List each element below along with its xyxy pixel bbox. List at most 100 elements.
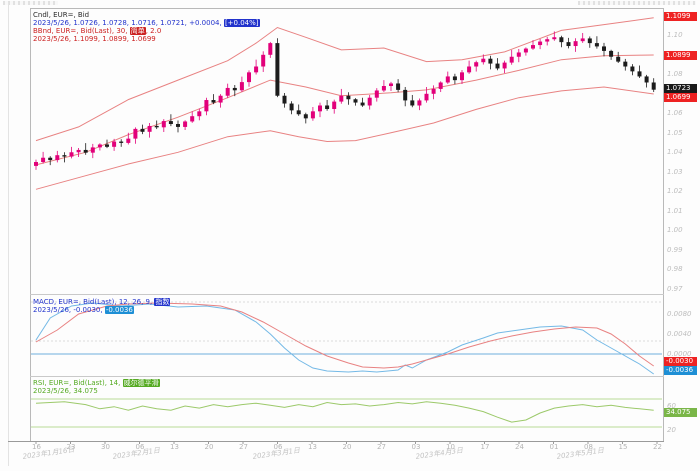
- candle-body: [176, 124, 180, 127]
- price-badge: 1.0699: [664, 93, 697, 102]
- macd-value-badge: -0.0036: [664, 366, 697, 375]
- candle-body: [559, 37, 563, 42]
- candle-body: [283, 96, 287, 104]
- candle-body: [55, 155, 59, 160]
- price-axis-tick: 1.00: [667, 226, 683, 234]
- rsi-legend: RSI, EUR=, Bid(Last), 14, 威尔德平滑: [33, 379, 160, 387]
- candle-body: [630, 67, 634, 72]
- candle-body: [268, 43, 272, 55]
- legend-series-title: Cndl, EUR=, Bid: [33, 11, 89, 19]
- candle-body: [389, 83, 393, 86]
- candle-body: [623, 62, 627, 67]
- candle-body: [62, 155, 66, 156]
- candle-body: [212, 100, 216, 103]
- chart-canvas[interactable]: [0, 0, 700, 471]
- price-axis-tick: 0.99: [667, 246, 683, 254]
- candle-body: [183, 121, 187, 126]
- candle-body: [339, 96, 343, 102]
- candle-body: [34, 162, 38, 166]
- candle-body: [602, 46, 606, 50]
- candle-body: [524, 49, 528, 53]
- day-tick-label: 17: [481, 443, 490, 451]
- candle-body: [368, 98, 372, 106]
- candle-body: [247, 72, 251, 82]
- candle-body: [609, 51, 613, 57]
- price-axis-tick: 1.06: [667, 109, 683, 117]
- day-tick-label: 20: [343, 443, 352, 451]
- candle-body: [325, 105, 329, 109]
- candle-body: [410, 100, 414, 105]
- candle-body: [126, 139, 130, 143]
- candle-body: [510, 57, 514, 63]
- candle-body: [453, 76, 457, 80]
- candle-body: [190, 116, 194, 121]
- candle-body: [290, 104, 294, 111]
- candle-body: [517, 52, 521, 56]
- candle-body: [91, 147, 95, 152]
- candle-body: [538, 42, 542, 46]
- boll-ma-type-highlight: 简单: [130, 27, 146, 35]
- rsi-smoothing-highlight: 威尔德平滑: [123, 379, 160, 387]
- day-tick-label: 24: [515, 443, 524, 451]
- candle-body: [638, 71, 642, 76]
- candle-body: [552, 37, 556, 39]
- bollinger-mid-band: [36, 55, 654, 165]
- macd-legend: MACD, EUR=, Bid(Last), 12, 26, 9, 指数: [33, 298, 170, 306]
- price-axis-tick: 1.03: [667, 168, 683, 176]
- boll-values-line: 2023/5/26, 1.1099, 1.0899, 1.0699: [33, 35, 156, 43]
- candle-body: [503, 63, 507, 69]
- candle-body: [425, 94, 429, 101]
- candle-body: [496, 64, 500, 69]
- candle-body: [169, 121, 173, 124]
- candle-body: [112, 142, 116, 147]
- candle-body: [460, 72, 464, 80]
- candle-body: [432, 89, 436, 94]
- candle-body: [148, 126, 152, 132]
- candle-body: [446, 76, 450, 82]
- rsi-params: RSI, EUR=, Bid(Last), 14,: [33, 379, 123, 387]
- rsi-values-line: 2023/5/26, 34.075: [33, 387, 98, 395]
- candle-body: [204, 100, 208, 111]
- candle-body: [226, 88, 230, 96]
- candle-body: [304, 114, 308, 118]
- candle-body: [652, 82, 656, 89]
- boll-params-tail: , 2.0: [146, 27, 162, 35]
- macd-axis-tick: 0.0080: [667, 310, 692, 318]
- price-axis-tick: 1.02: [667, 187, 683, 195]
- candle-body: [588, 38, 592, 43]
- change-pct-highlight: [+0.04%]: [224, 19, 260, 27]
- candle-body: [84, 150, 88, 153]
- candle-body: [261, 55, 265, 67]
- day-tick-label: 22: [653, 443, 662, 451]
- candle-body: [396, 83, 400, 89]
- rsi-value-badge: 34.075: [664, 408, 697, 417]
- price-axis-tick: 1.05: [667, 129, 683, 137]
- candle-body: [133, 129, 137, 139]
- day-tick-label: 20: [205, 443, 214, 451]
- day-tick-label: 27: [377, 443, 386, 451]
- candle-body: [574, 41, 578, 46]
- candle-body: [567, 42, 571, 46]
- candle-body: [467, 67, 471, 73]
- candle-body: [545, 39, 549, 41]
- price-badge: 1.0723: [664, 84, 697, 93]
- candle-body: [439, 82, 443, 88]
- candle-body: [219, 96, 223, 103]
- candle-body: [311, 111, 315, 118]
- price-badge: 1.1099: [664, 12, 697, 21]
- boll-values: 2023/5/26, 1.1099, 1.0899, 1.0699: [33, 35, 156, 43]
- ohlc-values: 2023/5/26, 1.0726, 1.0728, 1.0716, 1.072…: [33, 19, 224, 27]
- boll-legend: BBnd, EUR=, Bid(Last), 30, 简单, 2.0: [33, 27, 161, 35]
- candle-body: [297, 110, 301, 114]
- candle-body: [254, 67, 258, 73]
- candle-body: [197, 111, 201, 116]
- candle-body: [77, 150, 81, 152]
- price-axis-tick: 1.10: [667, 31, 683, 39]
- day-tick-label: 30: [101, 443, 110, 451]
- candle-body: [375, 90, 379, 97]
- candle-body: [233, 88, 237, 90]
- candle-body: [275, 43, 279, 96]
- candle-body: [98, 144, 102, 147]
- candle-body: [332, 102, 336, 109]
- candle-body: [403, 90, 407, 101]
